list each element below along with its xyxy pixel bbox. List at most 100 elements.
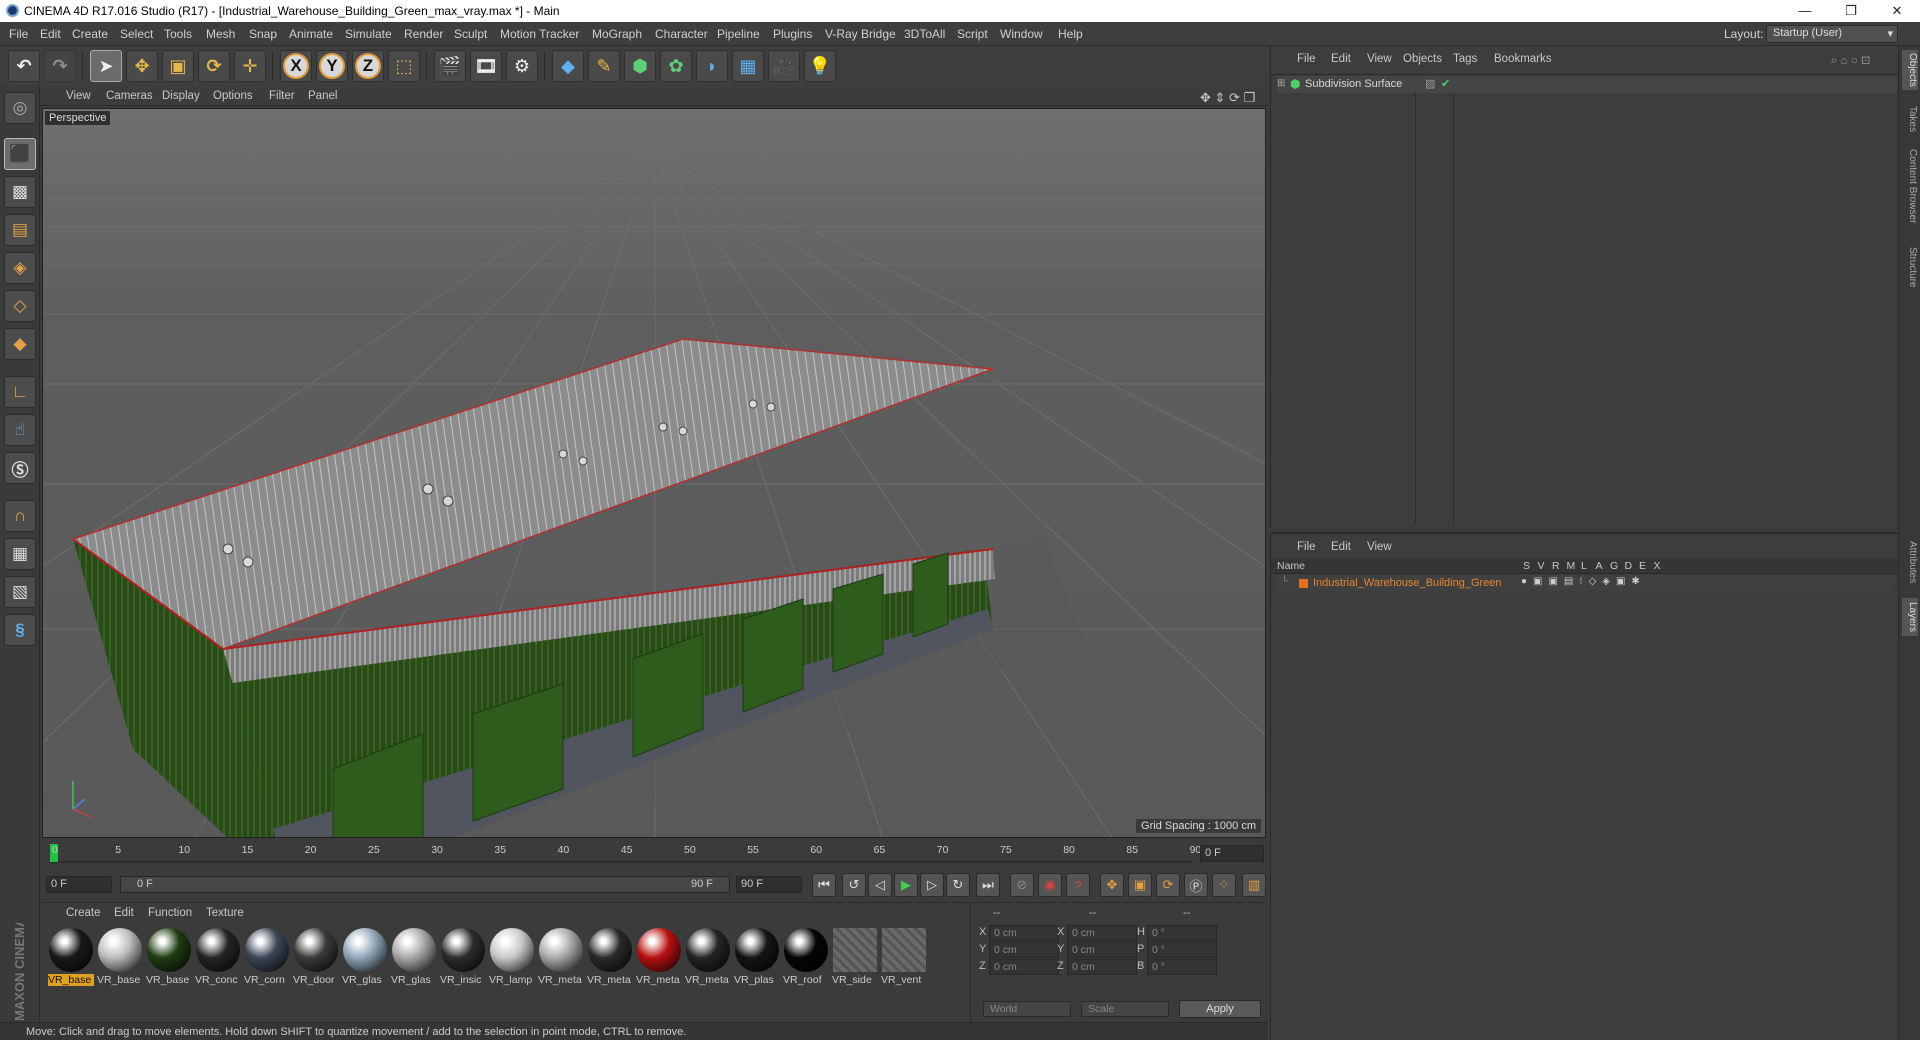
render-picture-viewer-icon[interactable]: 🎞 (470, 50, 502, 82)
layer-column-g[interactable]: G (1610, 560, 1618, 572)
layer-column-d[interactable]: D (1625, 560, 1633, 572)
material-swatch[interactable]: VR_glas (391, 927, 437, 987)
tab-layers[interactable]: Layers (1902, 598, 1918, 636)
viewport-navigation-icon[interactable]: ✥ ⇕ ⟳ ❐ (1200, 90, 1255, 106)
restore-button[interactable]: ❐ (1828, 0, 1874, 22)
frame-range-slider[interactable]: 0 F 90 F (120, 876, 730, 893)
coord-value-field[interactable]: 0 ° (1147, 925, 1217, 941)
object-menu-view[interactable]: View (1367, 53, 1392, 65)
redo-icon[interactable]: ↷ (44, 50, 76, 82)
python-icon[interactable]: § (4, 614, 36, 646)
menu-tools[interactable]: Tools (164, 27, 192, 41)
move-tool-icon[interactable]: ✥ (126, 50, 158, 82)
layer-column-r[interactable]: R (1552, 560, 1560, 572)
viewport-name-label[interactable]: Perspective (45, 111, 111, 125)
menu-plugins[interactable]: Plugins (773, 27, 812, 41)
layer-column-s[interactable]: S (1523, 560, 1530, 572)
cloner-icon[interactable]: ✿ (660, 50, 692, 82)
layer-color-swatch[interactable] (1299, 579, 1308, 588)
deformer-icon[interactable]: ◗ (696, 50, 728, 82)
material-swatch[interactable]: VR_meta (636, 927, 682, 987)
menu-mograph[interactable]: MoGraph (592, 27, 642, 41)
object-menu-edit[interactable]: Edit (1331, 53, 1351, 65)
menu-file[interactable]: File (9, 27, 28, 41)
end-frame-field[interactable]: 90 F (736, 876, 802, 893)
make-editable-icon[interactable]: ◎ (4, 92, 36, 124)
perspective-viewport[interactable]: Perspective Grid Spacing : 1000 cm (42, 108, 1266, 838)
key-rotation-icon[interactable]: ⟳ (1156, 873, 1180, 897)
coord-value-field[interactable]: 0 cm (1067, 942, 1137, 958)
edges-mode-icon[interactable]: ◇ (4, 290, 36, 322)
tab-content-browser[interactable]: Content Browser (1902, 146, 1918, 226)
material-menu-texture[interactable]: Texture (206, 907, 244, 919)
layer-flag-icons[interactable]: ●▣▣▤⁝◇◈▣✱ (1521, 576, 1646, 587)
menu-character[interactable]: Character (655, 27, 708, 41)
next-frame-icon[interactable]: ▷ (920, 873, 944, 897)
menu-help[interactable]: Help (1058, 27, 1083, 41)
layer-column-v[interactable]: V (1538, 560, 1545, 572)
menu-render[interactable]: Render (404, 27, 443, 41)
material-menu-function[interactable]: Function (148, 907, 192, 919)
scale-tool-icon[interactable]: ▣ (162, 50, 194, 82)
material-swatch[interactable]: VR_glas (342, 927, 388, 987)
tweak-mode-icon[interactable]: ☝ (4, 414, 36, 446)
viewport-menu-display[interactable]: Display (162, 90, 200, 102)
camera-icon[interactable]: 🎥 (768, 50, 800, 82)
coord-value-field[interactable]: 0 cm (989, 925, 1059, 941)
tab-structure[interactable]: Structure (1902, 242, 1918, 292)
key-position-icon[interactable]: ✥ (1100, 873, 1124, 897)
key-pla-icon[interactable]: ⁘ (1212, 873, 1236, 897)
tab-objects[interactable]: Objects (1902, 50, 1918, 90)
timeline-window-icon[interactable]: ▥ (1242, 873, 1266, 897)
material-swatch[interactable]: VR_base (146, 927, 192, 987)
material-swatch[interactable]: VR_vent (881, 927, 927, 987)
expand-icon[interactable]: ⊞ (1277, 78, 1285, 89)
axis-mode-icon[interactable]: ∟ (4, 376, 36, 408)
menu-sculpt[interactable]: Sculpt (454, 27, 487, 41)
object-name[interactable]: Subdivision Surface (1305, 78, 1402, 90)
layout-select[interactable]: Startup (User) (1766, 25, 1898, 43)
go-to-end-icon[interactable]: ⏭ (976, 873, 1000, 897)
material-swatch[interactable]: VR_base (48, 927, 94, 987)
layer-row[interactable]: └ Industrial_Warehouse_Building_Green ●▣… (1277, 575, 1893, 591)
menu-snap[interactable]: Snap (249, 27, 277, 41)
object-enabled-check-icon[interactable]: ✔ (1441, 77, 1450, 90)
points-mode-icon[interactable]: ◈ (4, 252, 36, 284)
live-selection-icon[interactable]: ➤ (90, 50, 122, 82)
autokeying-icon[interactable]: ◉ (1038, 873, 1062, 897)
y-axis-toggle[interactable]: Y (316, 50, 348, 82)
menu-script[interactable]: Script (957, 27, 988, 41)
coord-value-field[interactable]: 0 cm (989, 959, 1059, 975)
pen-spline-icon[interactable]: ✎ (588, 50, 620, 82)
light-icon[interactable]: 💡 (804, 50, 836, 82)
magnet-icon[interactable]: ∩ (4, 500, 36, 532)
menu-3dtoall[interactable]: 3DToAll (904, 27, 945, 41)
render-view-icon[interactable]: 🎬 (434, 50, 466, 82)
tab-takes[interactable]: Takes (1902, 104, 1918, 134)
layer-menu-file[interactable]: File (1297, 541, 1316, 553)
play-icon[interactable]: ▶ (894, 873, 918, 897)
current-frame-field[interactable]: 0 F (1200, 845, 1264, 862)
grid-snap-icon[interactable]: ▧ (4, 576, 36, 608)
material-swatch[interactable]: VR_roof (783, 927, 829, 987)
viewport-menu-cameras[interactable]: Cameras (106, 90, 153, 102)
render-settings-icon[interactable]: ⚙ (506, 50, 538, 82)
previous-frame-icon[interactable]: ◁ (868, 873, 892, 897)
viewport-menu-panel[interactable]: Panel (308, 90, 337, 102)
keyframe-selection-icon[interactable]: ? (1066, 873, 1090, 897)
material-swatch[interactable]: VR_meta (587, 927, 633, 987)
model-mode-icon[interactable]: ⬛ (4, 138, 36, 170)
record-keys-icon[interactable]: ⊘ (1010, 873, 1034, 897)
cube-primitive-icon[interactable]: ◆ (552, 50, 584, 82)
key-parameter-icon[interactable]: Ⓟ (1184, 873, 1208, 897)
viewport-menu-filter[interactable]: Filter (269, 90, 295, 102)
material-swatch[interactable]: VR_insic (440, 927, 486, 987)
key-scale-icon[interactable]: ▣ (1128, 873, 1152, 897)
rotate-tool-icon[interactable]: ⟳ (198, 50, 230, 82)
coordinate-system-icon[interactable]: ⬚ (388, 50, 420, 82)
object-search-icon[interactable]: ⌕ ⌂ ○ ⊡ (1831, 53, 1871, 68)
layer-column-a[interactable]: A (1596, 560, 1603, 572)
object-row-subdivision-surface[interactable]: ⊞ ⬢ Subdivision Surface ▨ ✔ (1277, 76, 1897, 93)
layer-column-l[interactable]: L (1581, 560, 1587, 572)
object-menu-bookmarks[interactable]: Bookmarks (1494, 53, 1552, 65)
